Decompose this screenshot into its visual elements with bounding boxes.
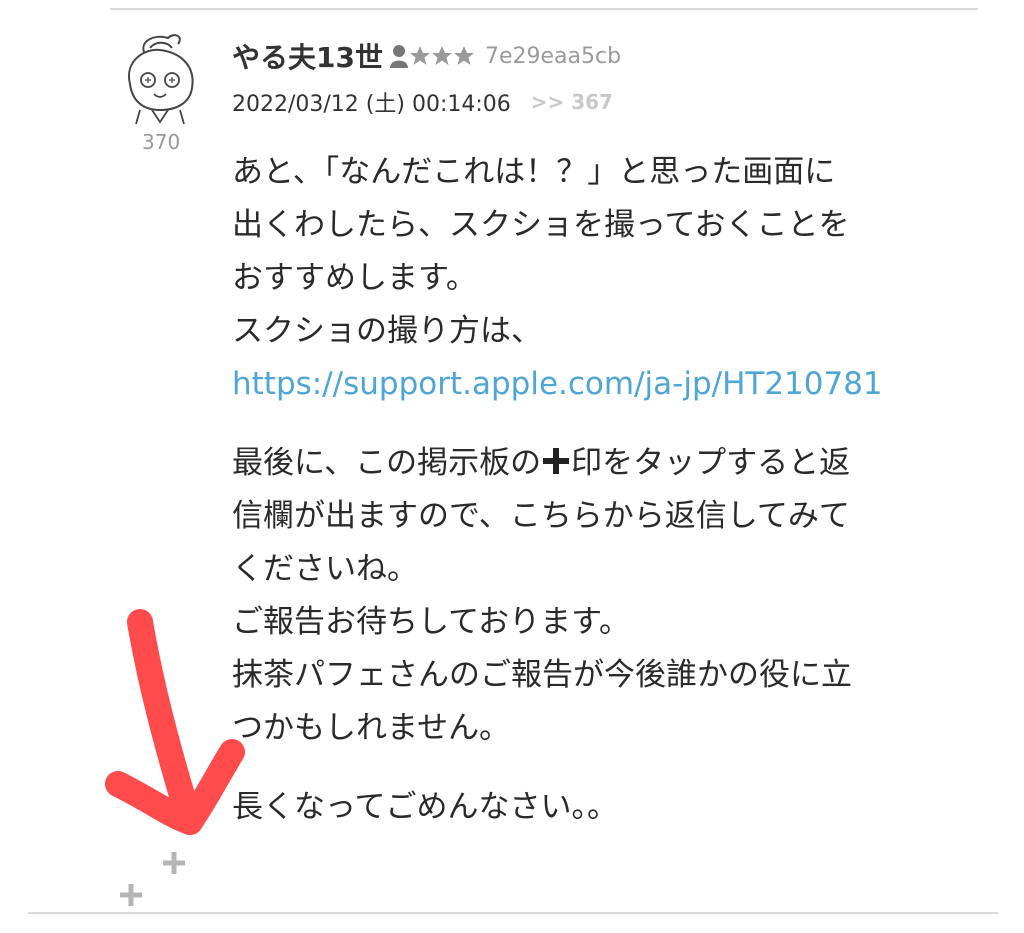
add-plus-button[interactable] [119, 883, 143, 907]
reply-plus-button[interactable] [162, 851, 186, 875]
bottom-divider [28, 912, 998, 914]
red-arrow-annotation [105, 609, 245, 835]
